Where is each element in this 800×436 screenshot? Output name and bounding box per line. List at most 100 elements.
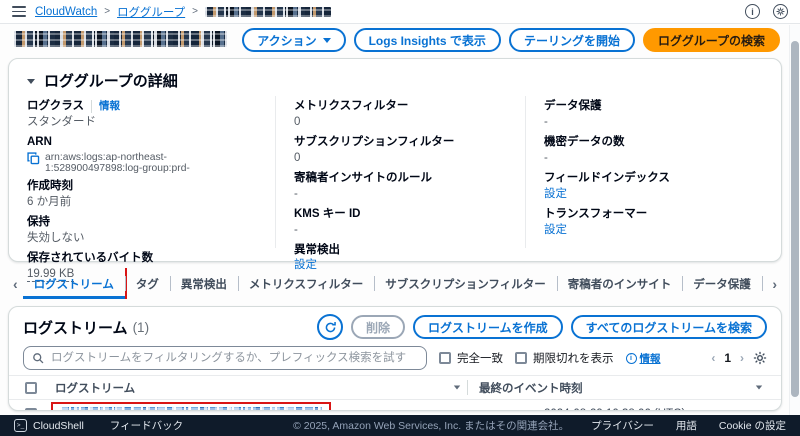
field-log-class: ログクラス 情報 スタンダード	[27, 99, 257, 130]
configure-link[interactable]: 設定	[544, 187, 763, 202]
details-column-3: データ保護 - 機密データの数 - フィールドインデックス 設定 トランスフォー…	[525, 96, 781, 248]
field-arn: ARN arn:aws:logs:ap-northeast-1:52890049…	[27, 135, 257, 174]
field-label: KMS キー ID	[294, 207, 361, 220]
tab-data-protection[interactable]: データ保護	[682, 268, 762, 299]
field-label: 保持	[27, 215, 50, 228]
tab-subscription-filters[interactable]: サブスクリプションフィルター	[374, 268, 556, 299]
search-all-log-streams-button[interactable]: すべてのログストリームを検索	[570, 315, 767, 339]
info-link[interactable]: 情報	[91, 99, 120, 114]
log-streams-card: ログストリーム (1) 削除 ログストリームを作成 すべてのログストリームを検索…	[8, 306, 782, 411]
tab-metric-filters[interactable]: メトリクスフィルター	[237, 268, 374, 299]
tab-field-indexes[interactable]: フィールドインデックス	[761, 268, 768, 299]
field-label: ログクラス	[27, 100, 85, 112]
show-expired-label: 期限切れを表示	[533, 353, 614, 365]
info-circle-icon: i	[625, 352, 637, 364]
filter-row: 完全一致 期限切れを表示 i 情報 ‹ 1 ›	[9, 345, 781, 370]
exact-match-checkbox[interactable]: 完全一致	[439, 350, 503, 366]
breadcrumb-link-log-groups[interactable]: ロググループ	[117, 4, 185, 20]
page-number[interactable]: 1	[724, 351, 731, 365]
last-event-time-value: 2024-08-29 10:38:06 (UTC)	[544, 408, 685, 411]
info-link[interactable]: i 情報	[625, 351, 661, 366]
pagination: ‹ 1 ›	[711, 351, 767, 365]
row-checkbox[interactable]	[25, 407, 37, 410]
field-label: 保存されているバイト数	[27, 251, 154, 264]
cloudshell-button[interactable]: >_ CloudShell	[14, 419, 84, 432]
table-settings-gear-icon[interactable]	[753, 351, 767, 365]
search-log-group-button[interactable]: ロググループの検索	[642, 28, 780, 52]
tab-anomaly-detection[interactable]: 異常検出	[169, 268, 238, 299]
breadcrumb-separator-icon: >	[192, 6, 198, 17]
tab-tags[interactable]: タグ	[124, 268, 170, 299]
scrollbar-thumb[interactable]	[791, 41, 799, 397]
column-header-log-stream[interactable]: ログストリーム	[55, 380, 135, 396]
field-contributor-insights-rules: 寄稿者インサイトのルール -	[294, 171, 507, 202]
vertical-scrollbar[interactable]	[789, 25, 800, 415]
delete-button[interactable]: 削除	[351, 315, 406, 339]
redacted-log-stream-link[interactable]	[60, 407, 322, 410]
tabs-scroll-right-icon[interactable]: ›	[767, 268, 782, 299]
sort-caret-icon[interactable]	[755, 385, 763, 390]
details-column-1: ログクラス 情報 スタンダード ARN arn:aws:logs:ap-north…	[9, 96, 275, 283]
console-footer: >_ CloudShell フィードバック © 2025, Amazon Web…	[0, 415, 800, 436]
refresh-button[interactable]	[317, 314, 343, 340]
copyright-text: © 2025, Amazon Web Services, Inc. またはその関…	[293, 420, 570, 432]
field-value: スタンダード	[27, 115, 96, 128]
copy-icon[interactable]	[27, 152, 40, 165]
hamburger-menu-icon[interactable]	[12, 6, 26, 17]
tab-contributor-insights[interactable]: 寄稿者のインサイト	[556, 268, 683, 299]
field-label: サブスクリプションフィルター	[294, 135, 455, 148]
field-value: 0	[294, 115, 301, 128]
checkbox-icon[interactable]	[515, 352, 527, 364]
field-value: 失効しない	[27, 231, 85, 244]
page-next-icon[interactable]: ›	[740, 351, 744, 365]
info-label: 情報	[639, 352, 661, 365]
show-expired-checkbox[interactable]: 期限切れを表示	[515, 350, 614, 366]
refresh-icon	[325, 321, 336, 332]
actions-label: アクション	[257, 33, 317, 48]
field-creation-time: 作成時刻 6 か月前	[27, 179, 257, 210]
create-log-stream-button[interactable]: ログストリームを作成	[413, 315, 563, 339]
breadcrumb-redacted-log-group-name	[205, 6, 331, 17]
column-divider	[467, 380, 468, 395]
view-in-logs-insights-button[interactable]: Logs Insights で表示	[353, 28, 501, 52]
cloudwatch-log-group-page: CloudWatch > ロググループ > i アクション Logs Insig…	[0, 0, 800, 436]
column-header-last-event-time[interactable]: 最終のイベント時刻	[479, 380, 583, 396]
terms-link[interactable]: 用語	[676, 418, 697, 433]
field-value: -	[544, 115, 548, 128]
feedback-link[interactable]: フィードバック	[110, 418, 183, 433]
log-stream-filter-input[interactable]	[23, 346, 427, 370]
field-field-indexes: フィールドインデックス 設定	[544, 171, 763, 202]
start-tailing-button[interactable]: テーリングを開始	[508, 28, 635, 52]
sort-caret-icon[interactable]	[453, 385, 461, 390]
field-label: トランスフォーマー	[544, 207, 648, 220]
cloudshell-icon: >_	[14, 419, 27, 432]
gear-icon[interactable]	[773, 4, 788, 19]
info-icon[interactable]: i	[745, 4, 760, 19]
cloudshell-label: CloudShell	[33, 419, 84, 432]
breadcrumb-link-cloudwatch[interactable]: CloudWatch	[35, 6, 97, 18]
checkbox-icon[interactable]	[439, 352, 451, 364]
select-all-checkbox[interactable]	[25, 381, 37, 394]
field-value: -	[294, 187, 298, 200]
field-kms-key-id: KMS キー ID -	[294, 207, 507, 238]
configure-link[interactable]: 設定	[544, 223, 763, 238]
cookie-preferences-link[interactable]: Cookie の設定	[719, 418, 786, 433]
field-value: -	[294, 223, 298, 236]
log-group-details-card: ロググループの詳細 ログクラス 情報 スタンダード ARN arn:aws:log…	[8, 58, 782, 283]
field-metric-filters: メトリクスフィルター 0	[294, 99, 507, 130]
privacy-link[interactable]: プライバシー	[591, 418, 654, 433]
gear-glyph	[776, 7, 785, 16]
field-value: arn:aws:logs:ap-northeast-1:528900497898…	[45, 151, 190, 174]
field-transformer: トランスフォーマー 設定	[544, 207, 763, 238]
log-streams-title: ログストリーム	[23, 319, 128, 337]
exact-match-label: 完全一致	[457, 353, 503, 365]
breadcrumb-separator-icon: >	[104, 6, 111, 17]
page-previous-icon[interactable]: ‹	[711, 351, 715, 365]
tab-log-streams[interactable]: ログストリーム	[22, 268, 127, 299]
field-value: 0	[294, 151, 301, 164]
field-label: メトリクスフィルター	[294, 100, 409, 112]
actions-dropdown-button[interactable]: アクション	[242, 28, 346, 52]
collapse-caret-icon[interactable]	[27, 79, 35, 84]
tabs-scroll-left-icon[interactable]: ‹	[8, 268, 23, 299]
field-label: 異常検出	[294, 243, 340, 256]
